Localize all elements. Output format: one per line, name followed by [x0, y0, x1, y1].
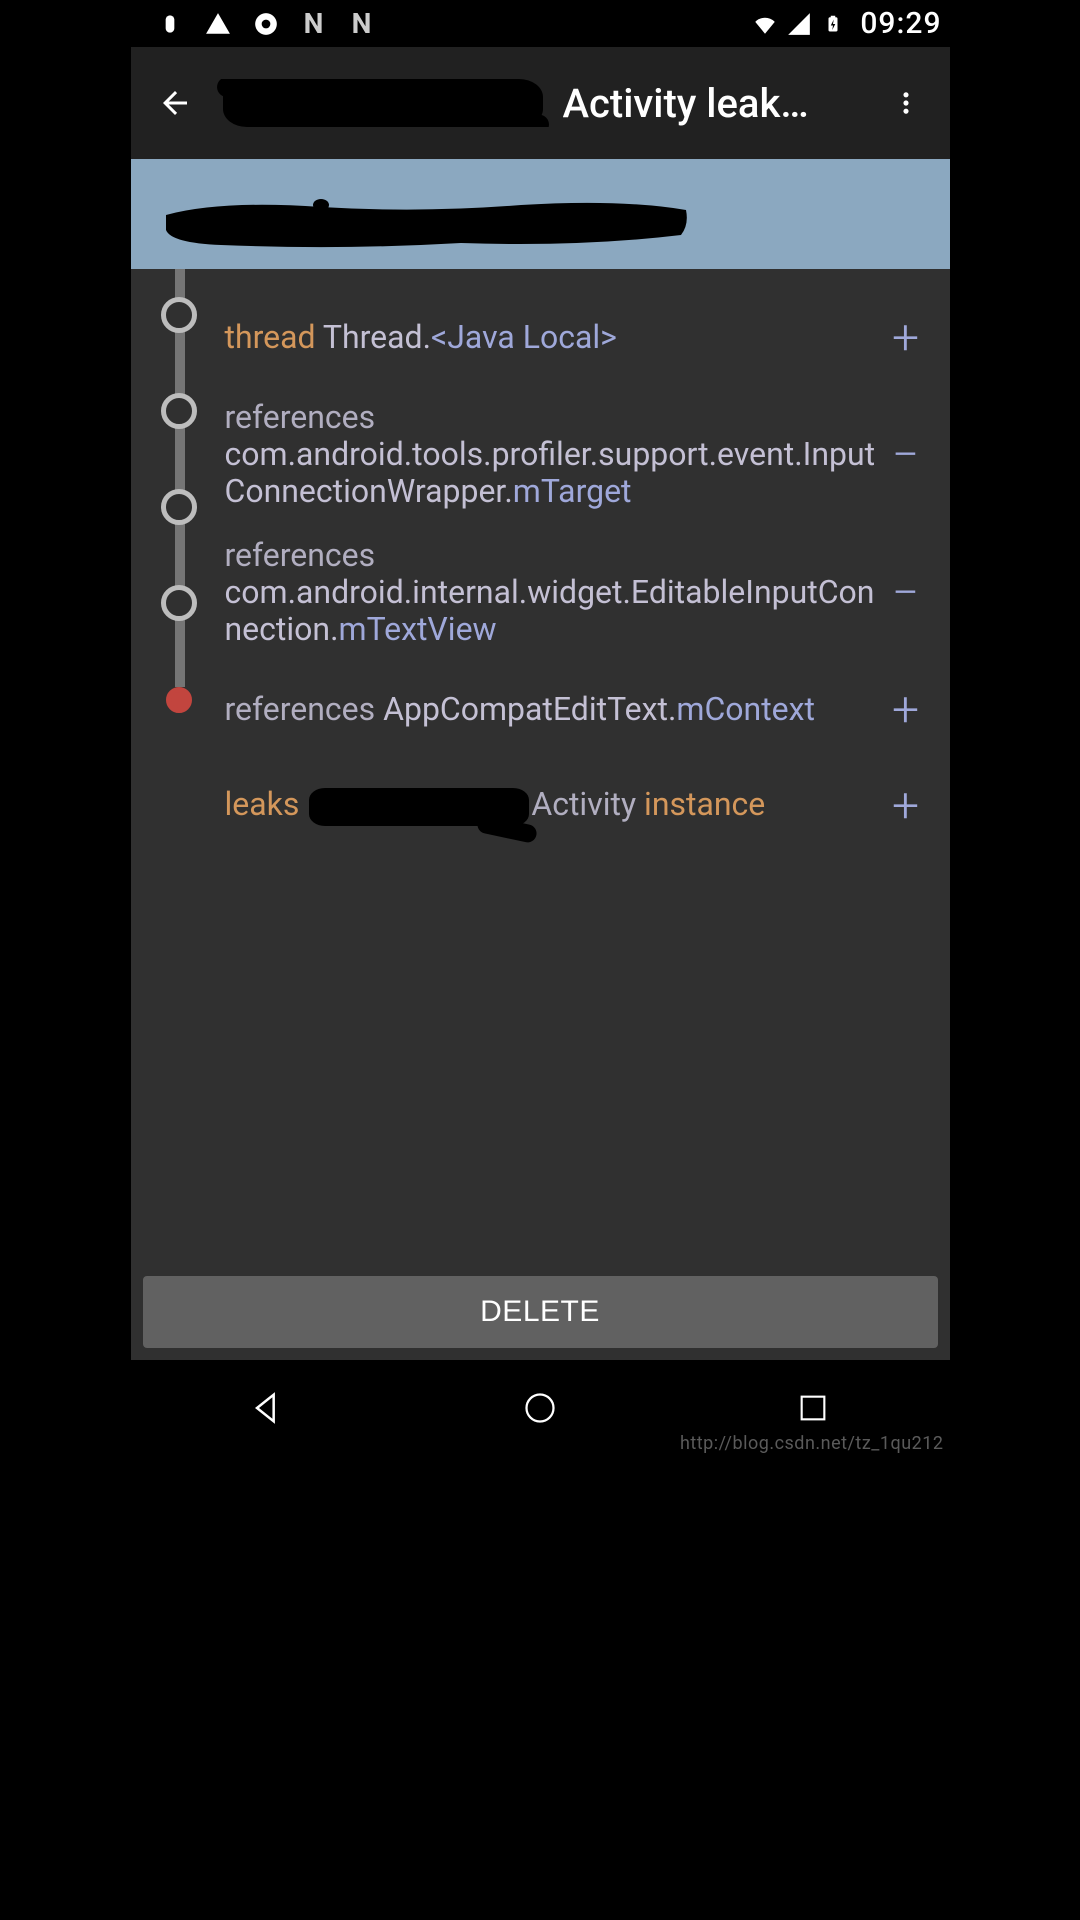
- expand-button[interactable]: +: [876, 307, 936, 367]
- trace-node: [161, 297, 197, 333]
- trace-row-text: references com.android.tools.profiler.su…: [225, 399, 876, 509]
- collapse-button[interactable]: −: [876, 563, 936, 623]
- triangle-back-icon: [247, 1388, 287, 1428]
- square-recents-icon: [796, 1391, 830, 1425]
- trace-row-text: leaks Activity instance: [225, 786, 876, 826]
- record-icon: [253, 11, 279, 37]
- trace-row-text: thread Thread.<Java Local>: [225, 319, 876, 356]
- trace-redacted-span: [309, 788, 529, 826]
- toolbar-title: Activity leak…: [563, 80, 809, 127]
- nav-home-button[interactable]: [500, 1368, 580, 1448]
- trace-row-text: references com.android.internal.widget.E…: [225, 537, 876, 647]
- expand-button[interactable]: +: [876, 680, 936, 740]
- bottom-bar: DELETE: [131, 1264, 950, 1360]
- trace-node: [161, 489, 197, 525]
- warning-icon: [205, 11, 231, 37]
- status-clock: 09:29: [854, 6, 941, 41]
- trace-row[interactable]: thread Thread.<Java Local>+: [131, 289, 950, 385]
- battery-charging-icon: [820, 11, 846, 37]
- trace-row[interactable]: leaks Activity instance+: [131, 758, 950, 854]
- trace-row[interactable]: references com.android.tools.profiler.su…: [131, 385, 950, 523]
- trace-row[interactable]: references com.android.internal.widget.E…: [131, 523, 950, 661]
- trace-node-leak: [166, 687, 192, 713]
- watermark-text: http://blog.csdn.net/tz_1qu212: [680, 1433, 944, 1454]
- n-icon-1: N: [301, 11, 327, 37]
- status-left-icons: N N: [139, 11, 375, 37]
- app-bug-icon: [157, 11, 183, 37]
- cell-signal-icon: [786, 11, 812, 37]
- system-nav-bar: http://blog.csdn.net/tz_1qu212: [131, 1360, 950, 1456]
- arrow-back-icon: [157, 85, 193, 121]
- more-vert-icon: [892, 89, 920, 117]
- collapse-button[interactable]: −: [876, 424, 936, 484]
- trace-node: [161, 585, 197, 621]
- status-right-icons: 09:29: [752, 6, 941, 41]
- circle-home-icon: [522, 1390, 558, 1426]
- leak-trace: thread Thread.<Java Local>+references co…: [131, 269, 950, 1264]
- wifi-icon: [752, 11, 778, 37]
- toolbar: Activity leak…: [131, 47, 950, 159]
- toolbar-title-redacted-icon: [223, 79, 543, 127]
- nav-back-button[interactable]: [227, 1368, 307, 1448]
- app-screen: N N 09:29 Activity leak…: [131, 0, 950, 1456]
- trace-row[interactable]: references AppCompatEditText.mContext+: [131, 662, 950, 758]
- leak-summary-redacted: [161, 195, 691, 250]
- trace-row-text: references AppCompatEditText.mContext: [225, 691, 876, 728]
- toolbar-title-area: Activity leak…: [199, 79, 882, 127]
- delete-button[interactable]: DELETE: [143, 1276, 938, 1348]
- status-bar: N N 09:29: [131, 0, 950, 47]
- expand-button[interactable]: +: [876, 776, 936, 836]
- leak-summary-header: [131, 159, 950, 269]
- n-icon-2: N: [349, 11, 375, 37]
- overflow-menu-button[interactable]: [882, 79, 930, 127]
- trace-node: [161, 393, 197, 429]
- back-button[interactable]: [151, 79, 199, 127]
